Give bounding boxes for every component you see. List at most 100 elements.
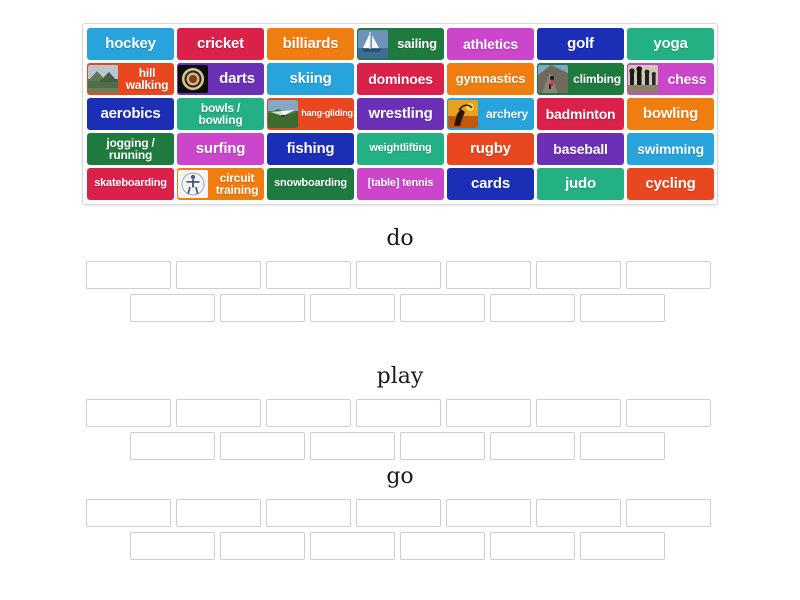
tile-label: cards <box>471 175 511 193</box>
tile-label: badminton <box>545 105 616 122</box>
drop-box[interactable] <box>130 432 215 460</box>
tile-weightlifting[interactable]: weightlifting <box>357 133 444 165</box>
tile-fishing[interactable]: fishing <box>267 133 354 165</box>
hill-icon <box>88 65 118 93</box>
circuit-icon <box>178 170 208 198</box>
tile-bowling[interactable]: bowling <box>627 98 715 130</box>
drop-box[interactable] <box>310 432 395 460</box>
drop-box[interactable] <box>176 499 261 527</box>
tile-circuit-training[interactable]: circuit training <box>177 168 265 200</box>
tile-bank: hockey cricket billiards sailing athletics g… <box>82 23 718 205</box>
drop-box[interactable] <box>490 532 575 560</box>
tile-swimming[interactable]: swimming <box>627 133 714 165</box>
tile-hang-gliding[interactable]: hang-gliding <box>267 98 355 130</box>
tile-sailing[interactable]: sailing <box>357 28 445 60</box>
drop-box[interactable] <box>356 399 441 427</box>
tile-label: weightlifting <box>369 142 432 155</box>
tile-table-tennis[interactable]: [table] tennis <box>357 168 445 200</box>
tile-label: baseball <box>553 140 608 157</box>
drop-box[interactable] <box>86 261 171 289</box>
drop-box[interactable] <box>130 532 215 560</box>
tile-label: gymnastics <box>455 71 526 87</box>
drop-box[interactable] <box>356 261 441 289</box>
tile-skiing[interactable]: skiing <box>267 63 355 95</box>
drop-box[interactable] <box>626 261 711 289</box>
tile-cricket[interactable]: cricket <box>177 28 264 60</box>
tile-label: skateboarding <box>94 177 167 190</box>
tile-label: chess <box>667 70 707 87</box>
drop-group-go: go <box>82 466 718 565</box>
tile-dominoes[interactable]: dominoes <box>357 63 444 95</box>
drop-box[interactable] <box>536 499 621 527</box>
drop-box[interactable] <box>580 432 665 460</box>
chess-icon <box>628 65 658 93</box>
tile-row: hill walking darts skiing dominoes gymnasti… <box>87 63 715 95</box>
drop-box[interactable] <box>220 294 305 322</box>
tile-athletics[interactable]: athletics <box>447 28 535 60</box>
drop-box[interactable] <box>86 399 171 427</box>
tile-badminton[interactable]: badminton <box>537 98 625 130</box>
tile-wrestling[interactable]: wrestling <box>357 98 445 130</box>
tile-label: archery <box>486 106 528 121</box>
tile-billiards[interactable]: billiards <box>267 28 354 60</box>
drop-box[interactable] <box>220 432 305 460</box>
tile-skateboarding[interactable]: skateboarding <box>87 168 174 200</box>
tile-label: hang-gliding <box>301 108 353 119</box>
tile-label: jogging / running <box>106 135 155 162</box>
drop-box[interactable] <box>86 499 171 527</box>
drop-box[interactable] <box>536 261 621 289</box>
drop-box[interactable] <box>130 294 215 322</box>
drop-box[interactable] <box>400 532 485 560</box>
drop-box[interactable] <box>536 399 621 427</box>
tile-darts[interactable]: darts <box>177 63 265 95</box>
tile-label: hockey <box>105 35 156 53</box>
tile-climbing[interactable]: climbing <box>536 63 624 95</box>
drop-box[interactable] <box>446 499 531 527</box>
tile-cards[interactable]: cards <box>447 168 535 200</box>
tile-row: jogging / running surfing fishing weightlif… <box>87 133 714 165</box>
tile-judo[interactable]: judo <box>537 168 625 200</box>
drop-box[interactable] <box>400 432 485 460</box>
archery-icon <box>448 100 479 128</box>
tile-cycling[interactable]: cycling <box>627 168 715 200</box>
drop-box[interactable] <box>310 294 395 322</box>
drop-box[interactable] <box>490 432 575 460</box>
tile-bowls-bowling[interactable]: bowls / bowling <box>177 98 264 130</box>
tile-archery[interactable]: archery <box>447 98 535 130</box>
tile-hockey[interactable]: hockey <box>87 28 174 60</box>
tile-label: cycling <box>645 175 696 193</box>
drop-box[interactable] <box>220 532 305 560</box>
tile-golf[interactable]: golf <box>537 28 625 60</box>
drop-box[interactable] <box>626 499 711 527</box>
drop-box[interactable] <box>356 499 441 527</box>
drop-box[interactable] <box>446 399 531 427</box>
drop-box[interactable] <box>580 294 665 322</box>
tile-label: swimming <box>637 140 704 157</box>
drop-box[interactable] <box>580 532 665 560</box>
tile-jogging-running[interactable]: jogging / running <box>87 133 174 165</box>
drop-box[interactable] <box>626 399 711 427</box>
drop-row-play-1 <box>82 399 718 427</box>
tile-rugby[interactable]: rugby <box>447 133 534 165</box>
group-title-do: do <box>386 226 414 251</box>
tile-label: golf <box>567 35 594 53</box>
drop-box[interactable] <box>176 261 261 289</box>
tile-hill-walking[interactable]: hill walking <box>87 63 175 95</box>
tile-surfing[interactable]: surfing <box>177 133 264 165</box>
tile-label: sailing <box>397 36 437 52</box>
drop-box[interactable] <box>446 261 531 289</box>
tile-label: snowboarding <box>274 177 347 190</box>
tile-yoga[interactable]: yoga <box>627 28 715 60</box>
tile-chess[interactable]: chess <box>627 63 715 95</box>
tile-baseball[interactable]: baseball <box>537 133 624 165</box>
drop-box[interactable] <box>490 294 575 322</box>
drop-box[interactable] <box>266 399 351 427</box>
drop-box[interactable] <box>310 532 395 560</box>
tile-aerobics[interactable]: aerobics <box>87 98 174 130</box>
drop-box[interactable] <box>176 399 261 427</box>
drop-box[interactable] <box>266 261 351 289</box>
drop-box[interactable] <box>266 499 351 527</box>
tile-gymnastics[interactable]: gymnastics <box>447 63 534 95</box>
drop-box[interactable] <box>400 294 485 322</box>
tile-snowboarding[interactable]: snowboarding <box>267 168 355 200</box>
